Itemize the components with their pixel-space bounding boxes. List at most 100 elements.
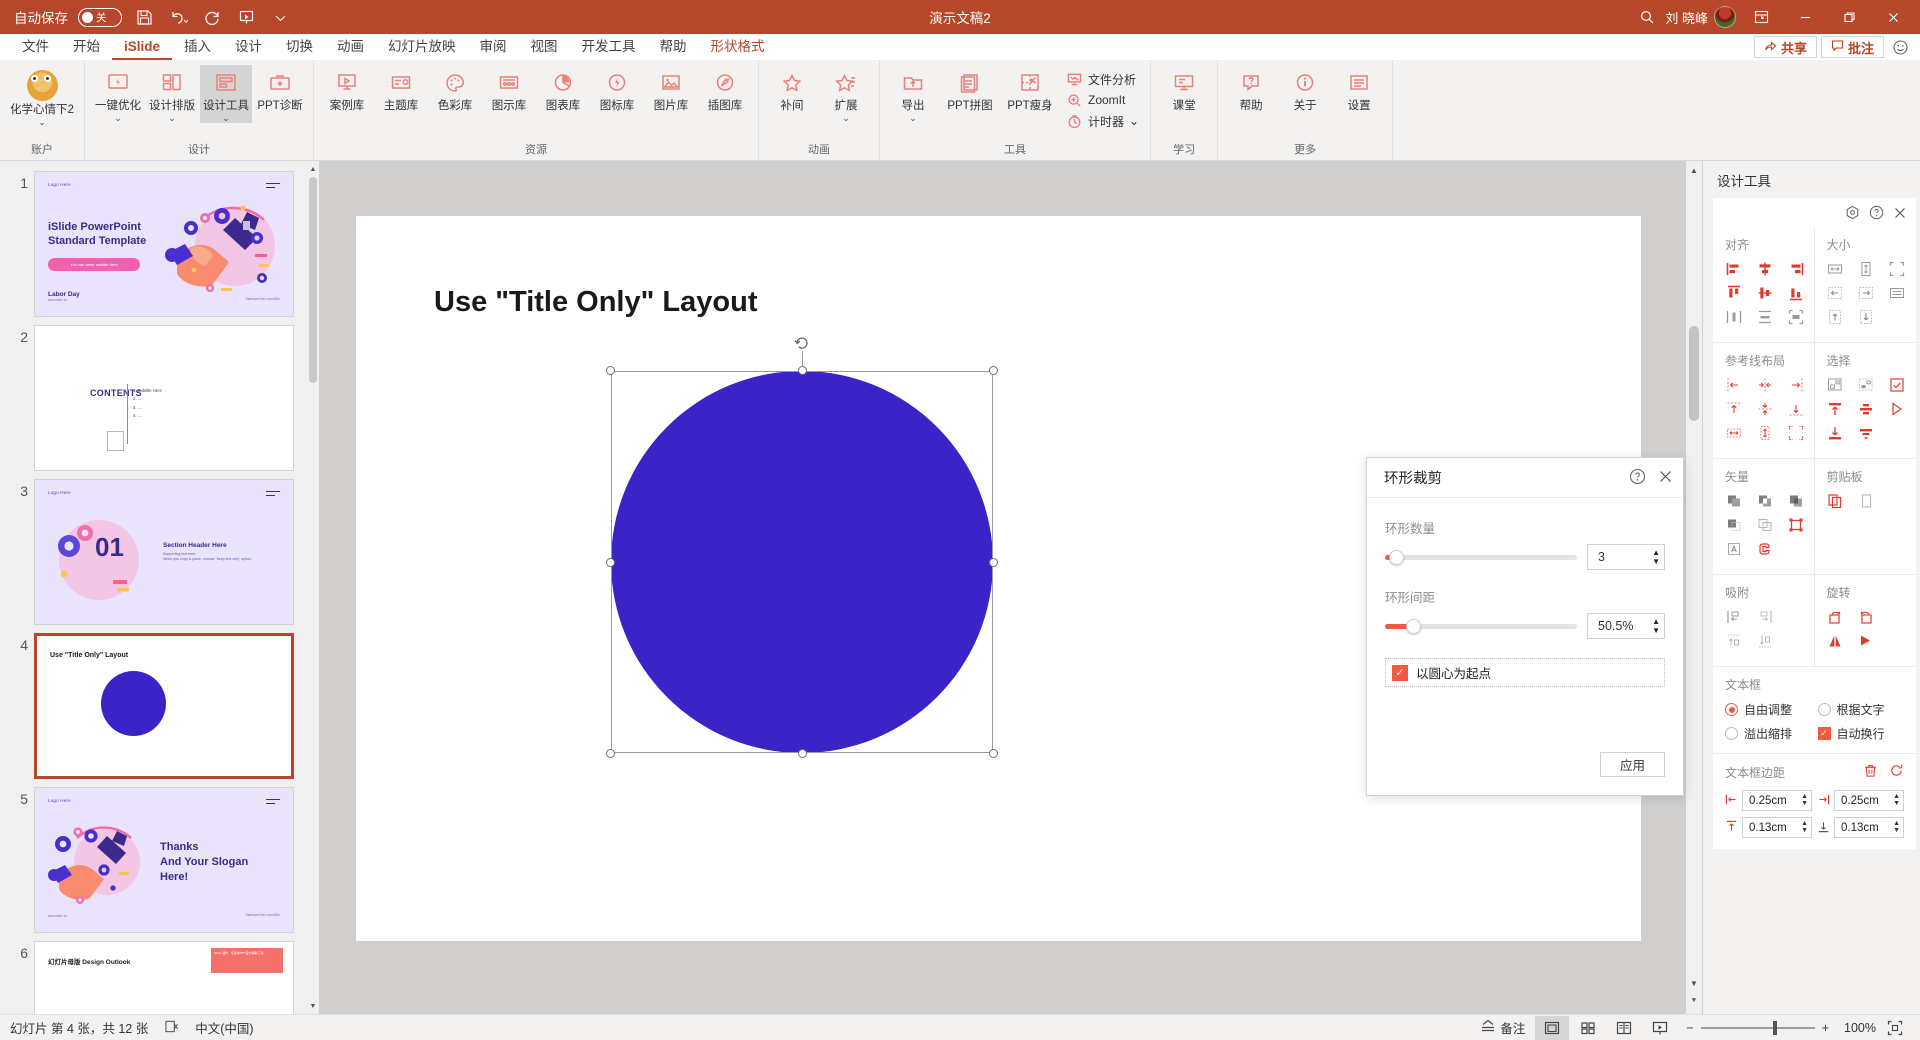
- flip-horizontal-icon[interactable]: [1827, 632, 1844, 649]
- margin-left-input[interactable]: 0.25cm ▲ ▼: [1742, 790, 1812, 811]
- slide-thumbnail-4[interactable]: 4 Use "Title Only" Layout: [0, 629, 319, 783]
- slide-preview[interactable]: Logo Here Thanks And Your Slogan Here! w…: [34, 787, 294, 933]
- menu-item-animations[interactable]: 动画: [325, 34, 376, 60]
- comment-button[interactable]: 批注: [1820, 36, 1884, 58]
- menu-item-shape-format[interactable]: 形状格式: [699, 34, 777, 60]
- combine-icon[interactable]: [1756, 492, 1773, 509]
- zoom-level[interactable]: 100%: [1838, 1021, 1876, 1035]
- fragment-icon[interactable]: [1787, 492, 1804, 509]
- radio-unchecked-icon[interactable]: [1725, 727, 1738, 740]
- slide-edit-area[interactable]: Use "Title Only" Layout 环形裁剪 环形数量 3 ▲ ▼ …: [320, 161, 1702, 1014]
- margin-left-stepper[interactable]: ▲ ▼: [1801, 793, 1811, 807]
- radio-checked-icon[interactable]: [1725, 703, 1738, 716]
- target-icon[interactable]: [1845, 205, 1860, 220]
- slide-thumbnail-5[interactable]: 5 Logo Here Thanks And Your Slogan Here!…: [0, 783, 319, 937]
- align-left-icon[interactable]: [1725, 260, 1742, 277]
- menu-item-slideshow[interactable]: 幻灯片放映: [376, 34, 468, 60]
- fit-bounds-icon[interactable]: [1787, 308, 1804, 325]
- bring-front-icon[interactable]: [1827, 400, 1844, 417]
- slide-thumbnail-1[interactable]: 1 Logo Here iSlide PowerPoint Standard Te…: [0, 167, 319, 321]
- ribbon-button-export[interactable]: 导出 ⌄: [887, 65, 939, 123]
- ring-crop-dialog[interactable]: 环形裁剪 环形数量 3 ▲ ▼ 环形间距 50.5% ▲ ▼ ✓ 以圆心为起点 …: [1366, 457, 1684, 796]
- text-to-shape-icon[interactable]: [1725, 540, 1742, 557]
- textbox-option-shrink-overflow[interactable]: 溢出缩排: [1725, 725, 1812, 742]
- center-origin-checkbox[interactable]: ✓ 以圆心为起点: [1385, 658, 1665, 687]
- slide-thumbnail-2[interactable]: 2 CONTENTS 1. Subtitle Here 2. ... 3. ..…: [0, 321, 319, 475]
- width-icon[interactable]: [1827, 260, 1844, 277]
- checkbox-checked-icon[interactable]: ✓: [1817, 727, 1831, 740]
- scroll-down-icon[interactable]: ▼: [1686, 974, 1702, 992]
- rotate-right-icon[interactable]: [1827, 608, 1844, 625]
- resize-handle-w[interactable]: [606, 557, 615, 567]
- guide-left-icon[interactable]: [1725, 376, 1742, 393]
- zoom-track[interactable]: [1700, 1020, 1815, 1035]
- slide-position-info[interactable]: 幻灯片 第 4 张，共 12 张: [10, 1018, 148, 1037]
- scroll-down-icon[interactable]: ▼: [307, 998, 319, 1014]
- radio-unchecked-icon[interactable]: [1817, 703, 1831, 716]
- resize-handle-ne[interactable]: [989, 366, 998, 375]
- start-slideshow-icon[interactable]: [234, 5, 258, 29]
- minimize-icon[interactable]: [1786, 2, 1824, 32]
- chevron-down-icon[interactable]: ⌄: [842, 114, 850, 123]
- align-middle-v-icon[interactable]: [1756, 284, 1773, 301]
- margin-left-field[interactable]: 0.25cm ▲ ▼: [1725, 790, 1812, 811]
- margin-right-stepper[interactable]: ▲ ▼: [1893, 793, 1903, 807]
- paste-format-icon[interactable]: [1858, 492, 1875, 509]
- ribbon-button-design-tools[interactable]: 设计工具 ⌄: [200, 65, 252, 124]
- fit-slide-icon[interactable]: [1878, 1016, 1912, 1040]
- guide-bottom-icon[interactable]: [1787, 400, 1804, 417]
- merge-shape-icon[interactable]: [1756, 540, 1773, 557]
- guide-height-icon[interactable]: [1756, 424, 1773, 441]
- align-stack-icon[interactable]: [1858, 400, 1875, 417]
- ribbon-button-image-library[interactable]: 图片库: [645, 65, 697, 113]
- margin-right-input[interactable]: 0.25cm ▲ ▼: [1834, 790, 1904, 811]
- ribbon-button-about[interactable]: 关于: [1279, 65, 1331, 113]
- ribbon-button-file-analysis[interactable]: 文件分析: [1061, 69, 1143, 89]
- help-circle-icon[interactable]: [1869, 205, 1884, 220]
- close-icon[interactable]: [1893, 206, 1907, 220]
- slide-title[interactable]: Use "Title Only" Layout: [434, 286, 757, 319]
- ring-spacing-stepper[interactable]: ▲ ▼: [1652, 618, 1660, 635]
- avatar[interactable]: [1714, 6, 1736, 28]
- redo-icon[interactable]: [200, 5, 224, 29]
- normal-view-icon[interactable]: [1535, 1015, 1570, 1040]
- edit-scroll-thumb[interactable]: [1689, 326, 1699, 421]
- share-button[interactable]: 共享: [1753, 36, 1817, 58]
- accessibility-icon[interactable]: [164, 1019, 179, 1037]
- close-icon[interactable]: [1874, 2, 1912, 32]
- edit-area-scrollbar[interactable]: ▲ ▼ ⯆: [1686, 161, 1702, 1014]
- ring-spacing-input[interactable]: 50.5% ▲ ▼: [1587, 613, 1665, 639]
- match-right-icon[interactable]: [1858, 284, 1875, 301]
- intersect-icon[interactable]: [1725, 516, 1742, 533]
- reading-view-icon[interactable]: [1607, 1016, 1641, 1040]
- ribbon-button-icon-library[interactable]: 图标库: [591, 65, 643, 113]
- match-width-icon[interactable]: [1889, 284, 1906, 301]
- autosave-toggle[interactable]: 关: [78, 7, 122, 27]
- customize-qat-icon[interactable]: [268, 5, 292, 29]
- ribbon-button-case-library[interactable]: 案例库: [321, 65, 373, 113]
- undo-icon[interactable]: [166, 5, 190, 29]
- menu-item-developer[interactable]: 开发工具: [570, 34, 648, 60]
- slideshow-icon[interactable]: [1643, 1016, 1677, 1040]
- ribbon-button-ppt-diagnose[interactable]: PPT诊断: [254, 65, 306, 113]
- slide-preview[interactable]: 幻灯片母版 Design Outlook iSlide 插件 · 专业的PPT设…: [34, 941, 294, 1014]
- ribbon-button-one-click-optimize[interactable]: 一键优化 ⌄: [92, 65, 144, 123]
- height-icon[interactable]: [1858, 260, 1875, 277]
- guide-width-icon[interactable]: [1725, 424, 1742, 441]
- resize-handle-n[interactable]: [797, 366, 807, 375]
- slide-thumbnail-pane[interactable]: 1 Logo Here iSlide PowerPoint Standard Te…: [0, 161, 320, 1014]
- menu-item-review[interactable]: 审阅: [468, 34, 519, 60]
- margin-top-stepper[interactable]: ▲ ▼: [1801, 820, 1811, 834]
- size-both-icon[interactable]: [1889, 260, 1906, 277]
- snap-top-icon[interactable]: [1725, 632, 1742, 649]
- resize-handle-sw[interactable]: [606, 749, 615, 758]
- ribbon-button-classroom[interactable]: 课堂: [1158, 65, 1210, 113]
- ribbon-button-ppt-collage[interactable]: PPT拼图: [941, 65, 999, 113]
- menu-item-view[interactable]: 视图: [519, 34, 570, 60]
- match-bottom-icon[interactable]: [1858, 308, 1875, 325]
- scroll-up-icon[interactable]: ▲: [307, 161, 319, 177]
- subtract-icon[interactable]: [1756, 516, 1773, 533]
- flip-vertical-icon[interactable]: [1858, 632, 1875, 649]
- menu-item-home[interactable]: 开始: [61, 34, 112, 60]
- close-icon[interactable]: [1658, 469, 1673, 487]
